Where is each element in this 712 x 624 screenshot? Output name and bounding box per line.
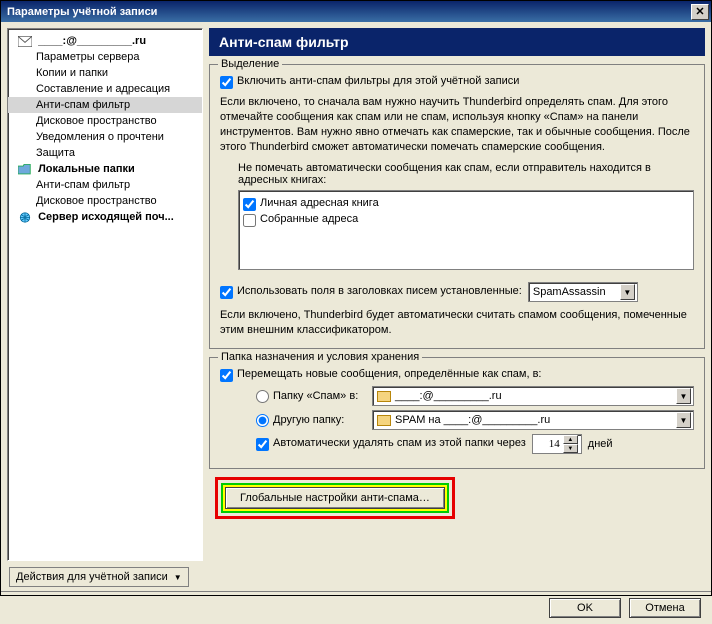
panel-title: Анти-спам фильтр [209, 28, 705, 56]
enable-junk-checkbox[interactable]: Включить анти-спам фильтры для этой учёт… [220, 75, 694, 89]
window-title: Параметры учётной записи [3, 6, 691, 18]
bottom-bar: Действия для учётной записи ▼ [1, 567, 711, 591]
title-bar: Параметры учётной записи ✕ [1, 1, 711, 22]
tree-disk-space[interactable]: Дисковое пространство [8, 113, 202, 129]
main-panel: Анти-спам фильтр Выделение Включить анти… [209, 28, 705, 561]
dropdown-arrow-icon: ▼ [174, 573, 182, 582]
spam-folder-select[interactable]: ____:@_________.ru ▼ [372, 386, 694, 406]
tree-smtp[interactable]: Сервер исходящей поч... [8, 209, 202, 225]
account-tree[interactable]: ____:@_________.ru Параметры сервера Коп… [7, 28, 203, 561]
global-settings-highlight: Глобальные настройки анти-спама… [215, 477, 455, 519]
classifier-select[interactable]: SpamAssassin ▼ [528, 282, 638, 302]
dropdown-arrow-icon: ▼ [676, 388, 691, 404]
tree-local-junk[interactable]: Анти-спам фильтр [8, 177, 202, 193]
client-area: ____:@_________.ru Параметры сервера Коп… [1, 22, 711, 567]
tree-copies-folders[interactable]: Копии и папки [8, 65, 202, 81]
globe-icon [18, 212, 32, 223]
destination-legend: Папка назначения и условия хранения [218, 351, 422, 363]
book-personal[interactable]: Личная адресная книга [243, 197, 689, 211]
folder-icon [377, 391, 391, 402]
tree-security[interactable]: Защита [8, 145, 202, 161]
other-folder-radio[interactable]: Другую папку: [256, 414, 366, 427]
highlight-legend: Выделение [218, 58, 282, 70]
tree-server-settings[interactable]: Параметры сервера [8, 49, 202, 65]
ok-button[interactable]: OK [549, 598, 621, 618]
destination-fieldset: Папка назначения и условия хранения Пере… [209, 357, 705, 469]
days-input[interactable]: ▲▼ [532, 434, 582, 454]
address-books-list[interactable]: Личная адресная книга Собранные адреса [238, 190, 694, 270]
skip-description: Не помечать автоматически сообщения как … [238, 162, 694, 186]
headers-description: Если включено, Thunderbird будет автомат… [220, 308, 694, 338]
spam-folder-radio[interactable]: Папку «Спам» в: [256, 390, 366, 403]
auto-delete-checkbox[interactable]: Автоматически удалять спам из этой папки… [256, 437, 526, 451]
cancel-button[interactable]: Отмена [629, 598, 701, 618]
highlight-fieldset: Выделение Включить анти-спам фильтры для… [209, 64, 705, 349]
account-actions-menu[interactable]: Действия для учётной записи ▼ [9, 567, 189, 587]
close-button[interactable]: ✕ [691, 4, 709, 20]
global-junk-settings-button[interactable]: Глобальные настройки анти-спама… [225, 487, 445, 509]
book-collected[interactable]: Собранные адреса [243, 213, 689, 227]
folder-icon [18, 164, 32, 175]
tree-local-disk[interactable]: Дисковое пространство [8, 193, 202, 209]
mail-icon [18, 36, 32, 47]
dropdown-arrow-icon: ▼ [676, 412, 691, 428]
move-junk-checkbox[interactable]: Перемещать новые сообщения, определённые… [220, 368, 694, 382]
junk-description: Если включено, то сначала вам нужно науч… [220, 95, 694, 154]
use-headers-checkbox[interactable]: Использовать поля в заголовках писем уст… [220, 285, 522, 299]
dropdown-arrow-icon: ▼ [620, 284, 635, 300]
folder-icon [377, 415, 391, 426]
tree-junk-settings[interactable]: Анти-спам фильтр [8, 97, 202, 113]
enable-junk-input[interactable] [220, 76, 233, 89]
tree-composition[interactable]: Составление и адресация [8, 81, 202, 97]
tree-local-folders[interactable]: Локальные папки [8, 161, 202, 177]
other-folder-select[interactable]: SPAM на ____:@_________.ru ▼ [372, 410, 694, 430]
spinner-buttons[interactable]: ▲▼ [563, 435, 578, 453]
days-label: дней [588, 438, 613, 450]
tree-account[interactable]: ____:@_________.ru [8, 33, 202, 49]
tree-return-receipts[interactable]: Уведомления о прочтени [8, 129, 202, 145]
